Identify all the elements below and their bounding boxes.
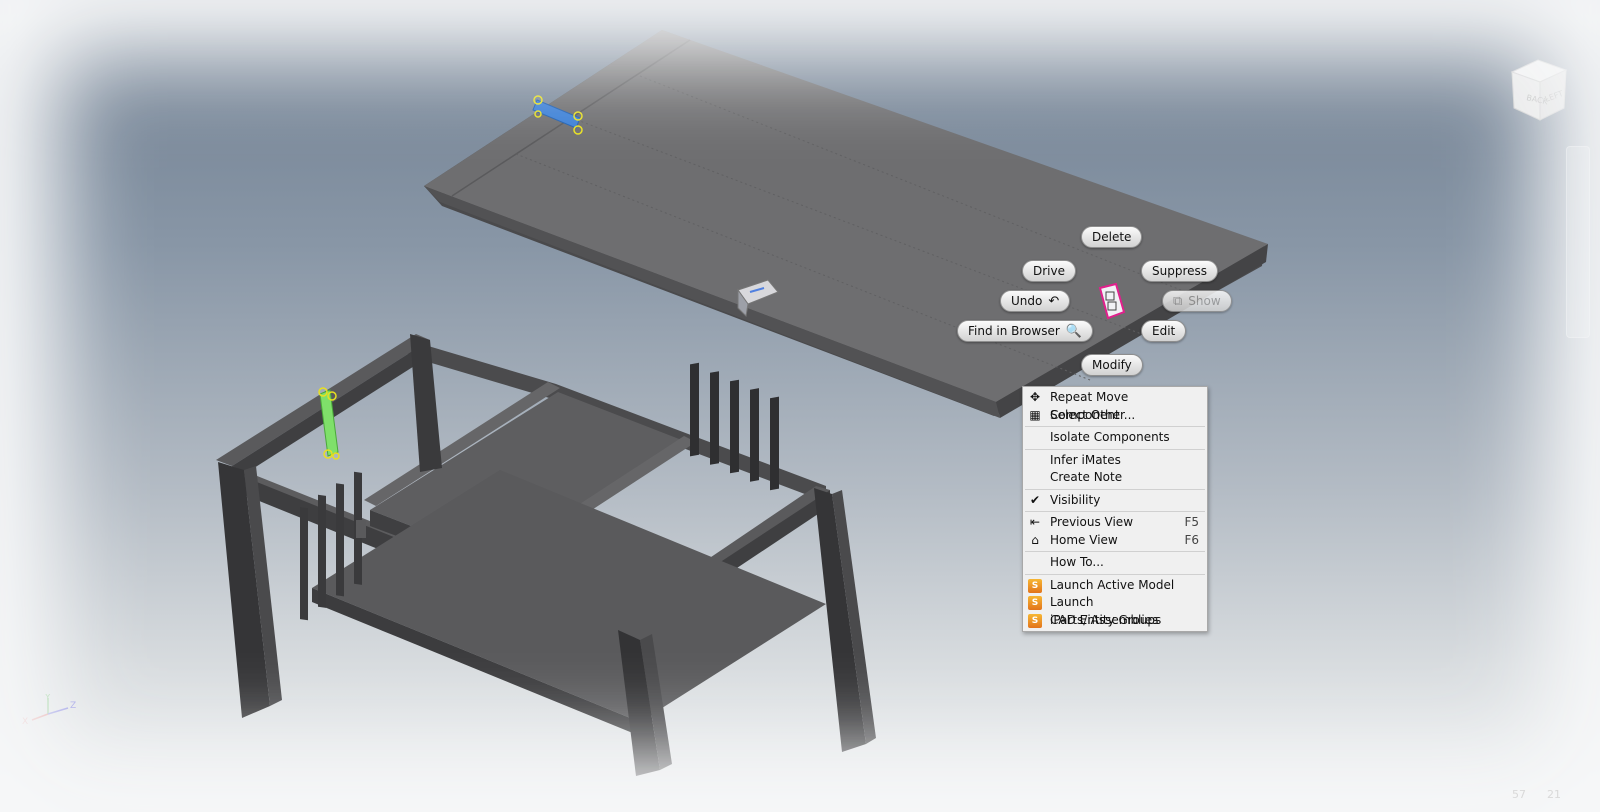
edit-label: Edit xyxy=(1152,324,1176,338)
model-view[interactable] xyxy=(0,0,1600,812)
status-count-left: 57 xyxy=(1512,788,1526,801)
menu-item-visibility[interactable]: ✔ Visibility xyxy=(1023,492,1207,510)
edit-button[interactable]: Edit xyxy=(1141,320,1187,342)
suppress-label: Suppress xyxy=(1152,264,1208,278)
find-in-browser-button[interactable]: Find in Browser 🔍 xyxy=(957,320,1093,342)
app-launch-icon: S xyxy=(1027,578,1043,594)
drive-label: Drive xyxy=(1033,264,1065,278)
suppress-button[interactable]: Suppress xyxy=(1141,260,1219,282)
menu-item-label: CAD Entity Groups xyxy=(1050,612,1162,627)
menu-item-label: Repeat Move Component xyxy=(1050,390,1129,422)
viewcube[interactable]: BACK LEFT xyxy=(1500,52,1576,128)
undo-label: Undo xyxy=(1011,294,1043,308)
undo-arrow-icon: ↶ xyxy=(1048,293,1060,309)
menu-separator xyxy=(1025,448,1205,450)
find-in-browser-label: Find in Browser xyxy=(968,324,1060,338)
menu-separator xyxy=(1025,511,1205,512)
show-label: Show xyxy=(1188,294,1221,308)
undo-button[interactable]: Undo ↶ xyxy=(1000,290,1071,312)
previous-view-icon: ⇤ xyxy=(1029,515,1041,530)
menu-item-label: Home View xyxy=(1050,532,1118,547)
menu-item-label: Isolate Components xyxy=(1050,430,1170,444)
status-count-right: 21 xyxy=(1546,788,1561,801)
browser-search-icon: 🔍 xyxy=(1065,323,1082,339)
show-button[interactable]: ⧉ Show xyxy=(1162,290,1232,312)
modify-button[interactable]: Modify xyxy=(1081,354,1143,376)
menu-item-previous-view[interactable]: ⇤ Previous View F5 xyxy=(1023,514,1207,532)
menu-item-label: Create Note xyxy=(1050,470,1123,484)
triad-x-label: X xyxy=(22,717,28,727)
menu-item-repeat-move-component[interactable]: ✥ Repeat Move Component xyxy=(1023,389,1207,422)
navigation-bar[interactable] xyxy=(1566,146,1590,338)
menu-item-how-to[interactable]: How To... xyxy=(1023,554,1207,572)
drive-button[interactable]: Drive xyxy=(1022,260,1076,282)
modify-label: Modify xyxy=(1092,358,1132,372)
show-icon: ⧉ xyxy=(1173,293,1183,309)
coordinate-triad: X Y Z xyxy=(22,694,76,727)
delete-button[interactable]: Delete xyxy=(1081,226,1143,248)
home-icon: ⌂ xyxy=(1031,532,1039,547)
checkmark-icon: ✔ xyxy=(1029,492,1041,507)
menu-item-launch-iparts[interactable]: S Launch iParts/iAssemblies xyxy=(1023,594,1207,627)
app-launch-icon: S xyxy=(1027,613,1043,629)
menu-item-select-other[interactable]: ▦ Select Other... xyxy=(1023,407,1207,425)
table-base[interactable] xyxy=(216,334,876,776)
status-counts: 57 21 xyxy=(1512,788,1561,801)
shortcut-label: F6 xyxy=(1184,532,1199,547)
graphics-viewport[interactable]: Delete Drive Suppress Undo ↶ ⧉ Show Find… xyxy=(0,0,1600,812)
menu-separator xyxy=(1025,551,1205,552)
triad-z-label: Z xyxy=(70,701,76,711)
menu-item-infer-imates[interactable]: Infer iMates xyxy=(1023,452,1207,470)
menu-item-label: How To... xyxy=(1050,555,1104,569)
triad-y-label: Y xyxy=(44,694,51,703)
context-menu: ✥ Repeat Move Component ▦ Select Other..… xyxy=(1022,386,1208,632)
menu-item-home-view[interactable]: ⌂ Home View F6 xyxy=(1023,532,1207,550)
menu-separator xyxy=(1025,426,1205,427)
menu-separator xyxy=(1025,488,1205,490)
menu-item-label: Launch Active Model xyxy=(1050,577,1175,592)
menu-item-label: Launch iParts/iAssemblies xyxy=(1050,595,1159,627)
delete-label: Delete xyxy=(1092,230,1132,244)
select-other-icon: ▦ xyxy=(1029,407,1041,422)
menu-item-label: Visibility xyxy=(1050,492,1101,507)
menu-item-label: Select Other... xyxy=(1050,407,1136,422)
menu-item-label: Previous View xyxy=(1050,515,1134,529)
menu-item-launch-active-model[interactable]: S Launch Active Model xyxy=(1023,577,1207,595)
shortcut-label: F5 xyxy=(1184,515,1199,529)
menu-separator xyxy=(1025,573,1205,575)
app-launch-icon: S xyxy=(1027,595,1043,611)
menu-item-isolate-components[interactable]: Isolate Components xyxy=(1023,429,1207,447)
menu-item-label: Infer iMates xyxy=(1050,452,1121,467)
menu-item-create-note[interactable]: Create Note xyxy=(1023,469,1207,487)
move-component-icon: ✥ xyxy=(1029,390,1041,405)
menu-item-cad-entity-groups[interactable]: S CAD Entity Groups xyxy=(1023,612,1207,630)
